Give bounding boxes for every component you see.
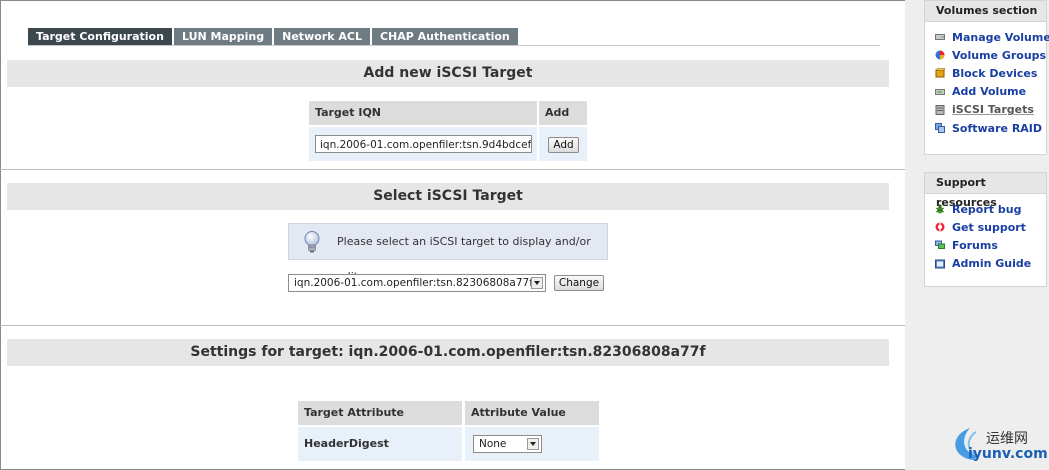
chevron-down-icon [527, 438, 539, 450]
sidebar-item-label: Volume Groups [952, 48, 1047, 62]
watermark-text-cn: 运维网 [986, 431, 1028, 447]
book-icon [935, 259, 945, 269]
select-target-heading: Select iSCSI Target [7, 183, 889, 210]
header-digest-label: HeaderDigest [298, 427, 462, 461]
sidebar-item-label: Software RAID [952, 121, 1043, 135]
add-target-heading: Add new iSCSI Target [7, 60, 889, 87]
target-attribute-header: Target Attribute [298, 401, 462, 425]
divider [0, 325, 905, 326]
header-digest-value: None [479, 438, 507, 450]
sidebar-item-label: Get support [952, 220, 1026, 234]
sidebar-item-manage-volumes[interactable]: Manage Volumes [935, 28, 1049, 46]
sidebar-item-label: Block Devices [952, 66, 1038, 80]
target-select[interactable]: iqn.2006-01.com.openfiler:tsn.82306808a7… [288, 274, 546, 292]
tab-bar: Target Configuration LUN Mapping Network… [28, 28, 518, 45]
forum-icon [935, 240, 945, 250]
support-resources-box: Support resources Report bug Get support… [924, 172, 1047, 287]
tab-chap-authentication[interactable]: CHAP Authentication [371, 28, 518, 45]
sidebar-item-volume-groups[interactable]: Volume Groups [935, 46, 1046, 64]
server-icon [935, 104, 945, 115]
info-notice: Please select an iSCSI target to display… [288, 223, 608, 283]
sidebar-item-label: Report bug [952, 202, 1022, 216]
header-digest-select[interactable]: None [473, 435, 542, 453]
volumes-section-box: Volumes section Manage Volumes Volume Gr… [924, 0, 1049, 155]
chevron-down-icon [531, 277, 543, 289]
divider [0, 169, 905, 170]
sidebar-item-label: Admin Guide [952, 257, 1032, 271]
target-iqn-input[interactable]: iqn.2006-01.com.openfiler:tsn.9d4bdcef0 [315, 135, 532, 153]
tab-underline [28, 45, 880, 46]
attribute-value-header: Attribute Value [465, 401, 599, 425]
support-resources-title: Support resources [925, 173, 1046, 209]
pie-icon [935, 50, 945, 60]
sidebar-item-report-bug[interactable]: Report bug [935, 200, 1046, 218]
tab-target-configuration[interactable]: Target Configuration [28, 28, 172, 45]
raid-icon [935, 123, 945, 134]
target-iqn-header: Target IQN [309, 101, 537, 125]
bug-icon [935, 204, 945, 214]
target-select-value: iqn.2006-01.com.openfiler:tsn.82306808a7… [294, 277, 533, 289]
volumes-section-title: Volumes section [925, 1, 1046, 22]
sidebar-item-label: Forums [952, 238, 998, 252]
sidebar-item-label: iSCSI Targets [952, 103, 1034, 117]
sidebar-item-software-raid[interactable]: Software RAID [935, 119, 1046, 137]
drive-add-icon [935, 88, 945, 95]
sidebar-item-get-support[interactable]: Get support [935, 218, 1046, 236]
sidebar-item-label: Manage Volumes [952, 30, 1049, 44]
lightbulb-icon [304, 231, 320, 253]
watermark-text-url: iyunv.com [968, 446, 1048, 462]
tab-network-acl[interactable]: Network ACL [274, 28, 370, 45]
tab-lun-mapping[interactable]: LUN Mapping [173, 28, 273, 45]
support-icon [935, 222, 945, 232]
sidebar-item-iscsi-targets[interactable]: iSCSI Targets [935, 101, 1046, 119]
add-column-header: Add [539, 101, 587, 125]
sidebar: Volumes section Manage Volumes Volume Gr… [905, 0, 1049, 470]
drive-icon [935, 34, 945, 41]
sidebar-item-forums[interactable]: Forums [935, 236, 1046, 254]
main-content: Target Configuration LUN Mapping Network… [0, 0, 905, 470]
change-button[interactable]: Change [554, 275, 604, 291]
cube-icon [935, 68, 945, 78]
sidebar-item-add-volume[interactable]: Add Volume [935, 83, 1046, 101]
add-button[interactable]: Add [548, 137, 579, 153]
sidebar-item-admin-guide[interactable]: Admin Guide [935, 255, 1046, 273]
sidebar-item-block-devices[interactable]: Block Devices [935, 64, 1046, 82]
sidebar-item-label: Add Volume [952, 85, 1027, 99]
settings-heading: Settings for target: iqn.2006-01.com.ope… [7, 339, 889, 366]
